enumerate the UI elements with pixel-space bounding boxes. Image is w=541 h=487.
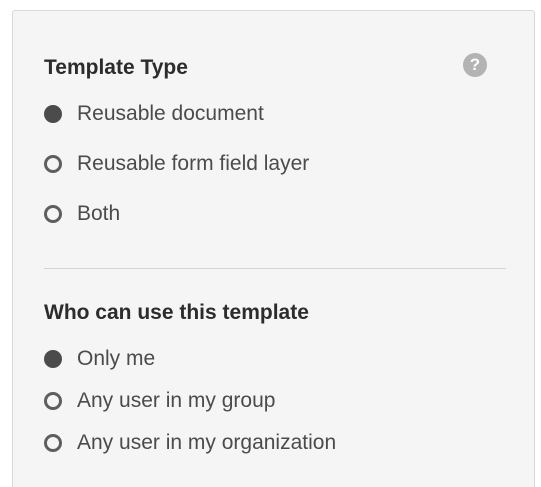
- radio-label: Any user in my group: [77, 389, 276, 412]
- radio-label: Reusable document: [77, 102, 264, 125]
- radio-selected-icon[interactable]: [44, 105, 62, 123]
- radio-option-reusable-form-field-layer[interactable]: Reusable form field layer: [44, 151, 309, 177]
- radio-option-any-user-in-group[interactable]: Any user in my group: [44, 388, 275, 414]
- who-can-use-heading: Who can use this template: [44, 301, 309, 324]
- help-icon[interactable]: ?: [463, 53, 487, 77]
- radio-label: Both: [77, 202, 121, 225]
- radio-option-reusable-document[interactable]: Reusable document: [44, 101, 264, 127]
- radio-label: Only me: [77, 347, 156, 370]
- radio-unselected-icon[interactable]: [44, 155, 62, 173]
- radio-option-only-me[interactable]: Only me: [44, 346, 155, 372]
- section-divider: [44, 268, 506, 269]
- radio-label: Reusable form field layer: [77, 152, 310, 175]
- radio-unselected-icon[interactable]: [44, 392, 62, 410]
- radio-label: Any user in my organization: [77, 431, 337, 454]
- template-settings-panel: Template Type ? Reusable document Reusab…: [12, 10, 535, 487]
- template-type-heading: Template Type: [44, 56, 188, 79]
- radio-selected-icon[interactable]: [44, 350, 62, 368]
- radio-unselected-icon[interactable]: [44, 434, 62, 452]
- radio-option-any-user-in-organization[interactable]: Any user in my organization: [44, 430, 336, 456]
- radio-unselected-icon[interactable]: [44, 205, 62, 223]
- radio-option-both[interactable]: Both: [44, 201, 120, 227]
